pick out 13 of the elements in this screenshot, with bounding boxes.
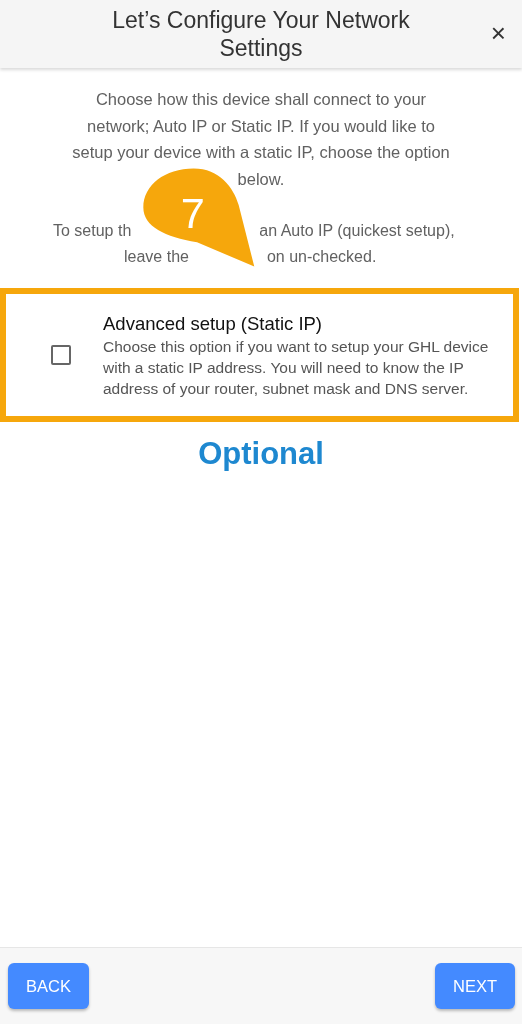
optional-label: Optional [197,436,325,472]
hint-text: an Auto IP (quickest setup), [259,221,455,241]
back-button[interactable]: BACK [8,963,89,1009]
option-title: Advanced setup (Static IP) [103,311,324,336]
next-button[interactable]: NEXT [435,963,515,1009]
hint-text: To setup th [53,221,132,241]
option-description: Choose this option if you want to setup your GHL device with a static IP address. You will need to know the IP address of your router, subnet mask and DNS server. [103,336,490,399]
hint-text: on un-checked. [266,247,377,267]
hint-text: leave the [124,247,189,267]
dialog-title: Let’s Configure Your Network Settings [111,6,411,62]
close-button[interactable]: × [486,18,510,49]
intro-text: Choose how this device shall connect to your network; Auto IP or Static IP. If you would like to setup your device with a static IP, choose the option below. [71,89,451,190]
checkbox[interactable] [51,345,71,365]
